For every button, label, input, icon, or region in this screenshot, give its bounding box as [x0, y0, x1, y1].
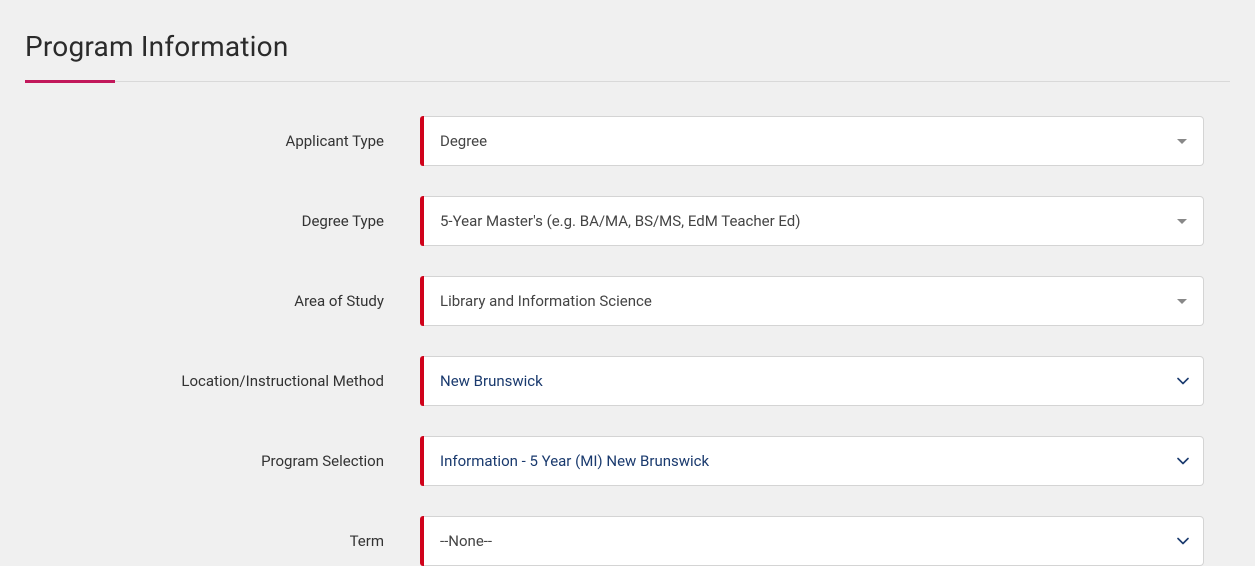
control-location-method: New Brunswick	[420, 356, 1204, 406]
row-term: Term --None--	[25, 516, 1230, 566]
program-selection-select-wrap: Information - 5 Year (MI) New Brunswick	[424, 436, 1204, 486]
term-select-wrap: --None--	[424, 516, 1204, 566]
label-applicant-type: Applicant Type	[25, 132, 420, 150]
control-degree-type: 5-Year Master's (e.g. BA/MA, BS/MS, EdM …	[420, 196, 1204, 246]
area-of-study-value: Library and Information Science	[440, 292, 652, 310]
term-select[interactable]: --None--	[440, 517, 1187, 565]
location-method-select[interactable]: New Brunswick	[440, 357, 1187, 405]
control-term: --None--	[420, 516, 1204, 566]
applicant-type-value: Degree	[440, 132, 487, 150]
label-area-of-study: Area of Study	[25, 292, 420, 310]
row-degree-type: Degree Type 5-Year Master's (e.g. BA/MA,…	[25, 196, 1230, 246]
label-term: Term	[25, 532, 420, 550]
row-area-of-study: Area of Study Library and Information Sc…	[25, 276, 1230, 326]
caret-down-icon	[1177, 139, 1187, 144]
row-program-selection: Program Selection Information - 5 Year (…	[25, 436, 1230, 486]
location-method-select-wrap: New Brunswick	[424, 356, 1204, 406]
program-information-section: Program Information Applicant Type Degre…	[0, 0, 1255, 566]
section-divider	[25, 81, 1230, 82]
row-location-method: Location/Instructional Method New Brunsw…	[25, 356, 1230, 406]
label-degree-type: Degree Type	[25, 212, 420, 230]
degree-type-dropdown[interactable]: 5-Year Master's (e.g. BA/MA, BS/MS, EdM …	[424, 196, 1204, 246]
control-area-of-study: Library and Information Science	[420, 276, 1204, 326]
degree-type-value: 5-Year Master's (e.g. BA/MA, BS/MS, EdM …	[440, 212, 801, 230]
section-title: Program Information	[25, 30, 1230, 63]
label-location-method: Location/Instructional Method	[25, 372, 420, 390]
control-program-selection: Information - 5 Year (MI) New Brunswick	[420, 436, 1204, 486]
program-selection-select[interactable]: Information - 5 Year (MI) New Brunswick	[440, 437, 1187, 485]
area-of-study-dropdown[interactable]: Library and Information Science	[424, 276, 1204, 326]
label-program-selection: Program Selection	[25, 452, 420, 470]
row-applicant-type: Applicant Type Degree	[25, 116, 1230, 166]
caret-down-icon	[1177, 299, 1187, 304]
applicant-type-dropdown[interactable]: Degree	[424, 116, 1204, 166]
caret-down-icon	[1177, 219, 1187, 224]
control-applicant-type: Degree	[420, 116, 1204, 166]
